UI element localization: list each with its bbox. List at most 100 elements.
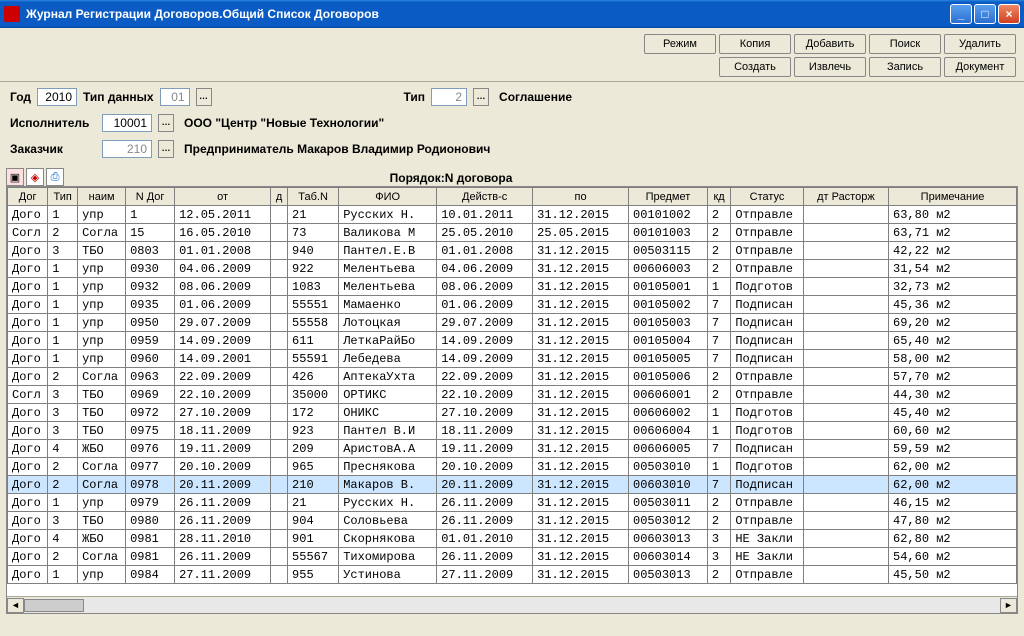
cell-deist[interactable]: 04.06.2009 (437, 260, 533, 278)
cell-dog[interactable]: Дого (8, 350, 48, 368)
cell-fio[interactable]: Валикова М (339, 224, 437, 242)
cell-rast[interactable] (803, 314, 888, 332)
toolbar-button-поиск[interactable]: Поиск (869, 34, 941, 54)
table-row[interactable]: Дого2Согла097820.11.2009210Макаров В.20.… (8, 476, 1017, 494)
cell-prim[interactable]: 45,50 м2 (889, 566, 1017, 584)
cell-tabn[interactable]: 35000 (288, 386, 339, 404)
cell-stat[interactable]: Подписан (731, 476, 803, 494)
table-row[interactable]: Дого1упр095029.07.200955558Лотоцкая29.07… (8, 314, 1017, 332)
cell-fio[interactable]: Мелентьева (339, 260, 437, 278)
cell-pred[interactable]: 00105004 (629, 332, 708, 350)
cell-dog[interactable]: Дого (8, 206, 48, 224)
cell-d[interactable] (271, 206, 288, 224)
cell-stat[interactable]: Подписан (731, 314, 803, 332)
cell-d[interactable] (271, 242, 288, 260)
cell-dog[interactable]: Дого (8, 332, 48, 350)
cell-tabn[interactable]: 21 (288, 494, 339, 512)
cell-stat[interactable]: Подписан (731, 440, 803, 458)
cell-prim[interactable]: 45,36 м2 (889, 296, 1017, 314)
cell-kd[interactable]: 2 (707, 206, 730, 224)
cell-rast[interactable] (803, 440, 888, 458)
cell-dog[interactable]: Дого (8, 476, 48, 494)
cell-pred[interactable]: 00105003 (629, 314, 708, 332)
cell-kd[interactable]: 2 (707, 260, 730, 278)
cell-ot[interactable]: 26.11.2009 (175, 494, 271, 512)
cell-kd[interactable]: 3 (707, 530, 730, 548)
cell-deist[interactable]: 20.11.2009 (437, 476, 533, 494)
cell-deist[interactable]: 14.09.2009 (437, 350, 533, 368)
column-header[interactable]: Таб.N (288, 188, 339, 206)
cell-po[interactable]: 31.12.2015 (533, 314, 629, 332)
cell-dog[interactable]: Дого (8, 566, 48, 584)
cell-kd[interactable]: 1 (707, 278, 730, 296)
cell-stat[interactable]: Отправле (731, 494, 803, 512)
cell-ndog[interactable]: 0969 (126, 386, 175, 404)
cell-ndog[interactable]: 0981 (126, 530, 175, 548)
cell-naim[interactable]: упр (78, 350, 126, 368)
cell-dog[interactable]: Дого (8, 368, 48, 386)
cell-tip[interactable]: 1 (48, 206, 78, 224)
cell-po[interactable]: 31.12.2015 (533, 332, 629, 350)
cell-d[interactable] (271, 332, 288, 350)
data-grid[interactable]: ДогТипнаимN ДоготдТаб.NФИОДейств-споПред… (6, 186, 1018, 614)
cell-stat[interactable]: Отправле (731, 512, 803, 530)
cell-pred[interactable]: 00606002 (629, 404, 708, 422)
cell-pred[interactable]: 00105002 (629, 296, 708, 314)
cell-stat[interactable]: Подготов (731, 278, 803, 296)
cell-tabn[interactable]: 922 (288, 260, 339, 278)
cell-naim[interactable]: упр (78, 260, 126, 278)
cell-deist[interactable]: 29.07.2009 (437, 314, 533, 332)
cell-deist[interactable]: 26.11.2009 (437, 548, 533, 566)
cell-dog[interactable]: Согл (8, 224, 48, 242)
table-row[interactable]: Дого1упр093004.06.2009922Мелентьева04.06… (8, 260, 1017, 278)
cell-naim[interactable]: упр (78, 296, 126, 314)
cell-po[interactable]: 31.12.2015 (533, 350, 629, 368)
cell-deist[interactable]: 01.01.2010 (437, 530, 533, 548)
table-row[interactable]: Дого3ТБО097518.11.2009923Пантел В.И18.11… (8, 422, 1017, 440)
cell-stat[interactable]: Отправле (731, 224, 803, 242)
cell-pred[interactable]: 00603014 (629, 548, 708, 566)
column-header[interactable]: Статус (731, 188, 803, 206)
cell-tabn[interactable]: 923 (288, 422, 339, 440)
cell-kd[interactable]: 7 (707, 314, 730, 332)
cell-kd[interactable]: 3 (707, 548, 730, 566)
cell-ot[interactable]: 14.09.2001 (175, 350, 271, 368)
cell-tip[interactable]: 2 (48, 548, 78, 566)
cell-tabn[interactable]: 955 (288, 566, 339, 584)
cell-pred[interactable]: 00105005 (629, 350, 708, 368)
cell-pred[interactable]: 00105001 (629, 278, 708, 296)
cell-naim[interactable]: Согла (78, 476, 126, 494)
cell-rast[interactable] (803, 512, 888, 530)
cell-kd[interactable]: 2 (707, 512, 730, 530)
cell-rast[interactable] (803, 224, 888, 242)
cell-ndog[interactable]: 0979 (126, 494, 175, 512)
cell-naim[interactable]: Согла (78, 224, 126, 242)
cell-d[interactable] (271, 260, 288, 278)
cell-tip[interactable]: 3 (48, 404, 78, 422)
column-header[interactable]: от (175, 188, 271, 206)
cell-fio[interactable]: Соловьева (339, 512, 437, 530)
cell-fio[interactable]: АптекаУхта (339, 368, 437, 386)
cell-d[interactable] (271, 404, 288, 422)
customer-lookup-button[interactable]: … (158, 140, 174, 158)
column-header[interactable]: Тип (48, 188, 78, 206)
cell-tip[interactable]: 3 (48, 422, 78, 440)
maximize-button[interactable]: □ (974, 4, 996, 24)
cell-fio[interactable]: Тихомирова (339, 548, 437, 566)
column-header[interactable]: дт Расторж (803, 188, 888, 206)
toolbar-button-запись[interactable]: Запись (869, 57, 941, 77)
cell-deist[interactable]: 10.01.2011 (437, 206, 533, 224)
cell-pred[interactable]: 00503013 (629, 566, 708, 584)
cell-fio[interactable]: Мамаенко (339, 296, 437, 314)
cell-rast[interactable] (803, 296, 888, 314)
cell-prim[interactable]: 63,71 м2 (889, 224, 1017, 242)
cell-ot[interactable]: 16.05.2010 (175, 224, 271, 242)
cell-prim[interactable]: 32,73 м2 (889, 278, 1017, 296)
scroll-thumb[interactable] (24, 599, 84, 612)
cell-tip[interactable]: 1 (48, 494, 78, 512)
column-header[interactable]: Действ-с (437, 188, 533, 206)
executor-lookup-button[interactable]: … (158, 114, 174, 132)
table-row[interactable]: Дого1упр112.05.201121Русских Н.10.01.201… (8, 206, 1017, 224)
table-row[interactable]: Дого1упр093501.06.200955551Мамаенко01.06… (8, 296, 1017, 314)
executor-input[interactable] (102, 114, 152, 132)
